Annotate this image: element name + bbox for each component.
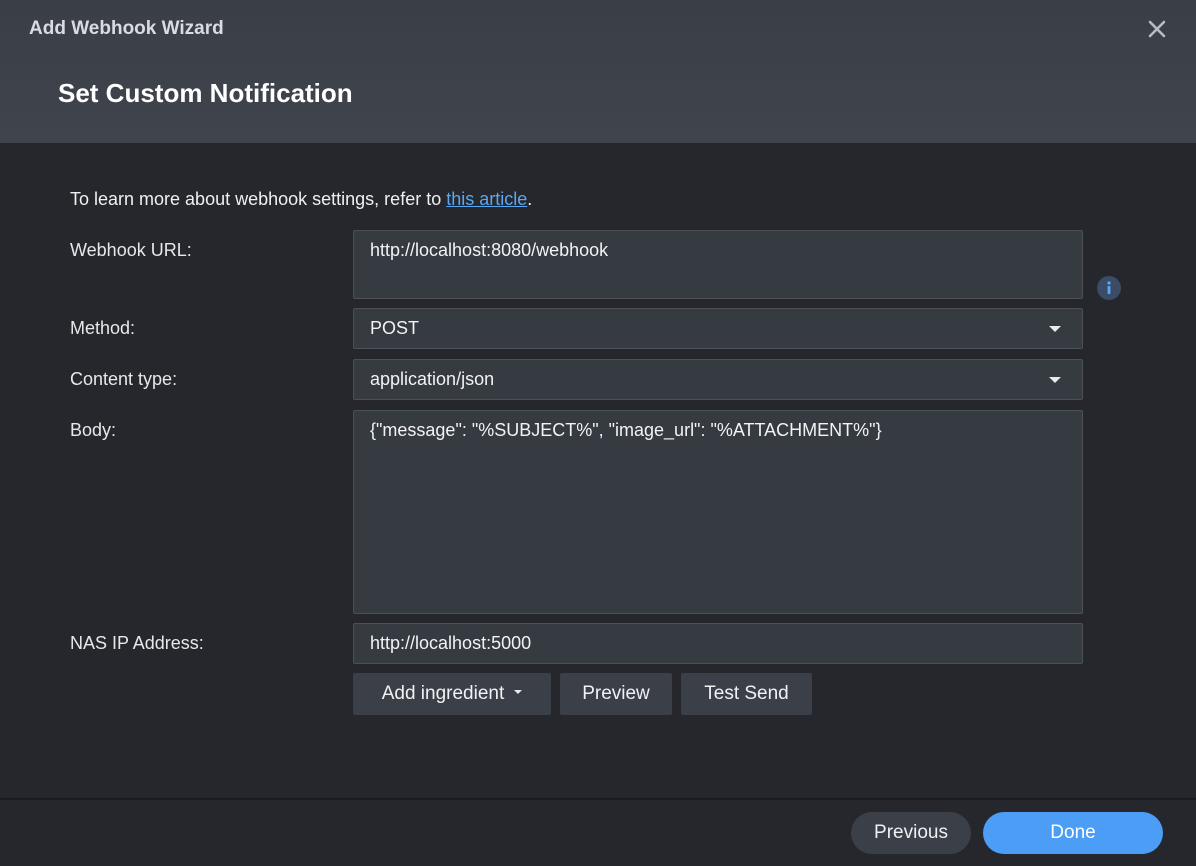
method-label: Method: [70,318,136,338]
body-textarea[interactable]: {"message": "%SUBJECT%", "image_url": "%… [353,410,1083,614]
chevron-down-icon [514,689,523,694]
window-title: Add Webhook Wizard [29,18,224,39]
chevron-down-icon [1049,377,1061,383]
method-value: POST [370,318,420,338]
add-ingredient-button[interactable]: Add ingredient [353,673,551,715]
close-icon [1148,20,1166,38]
body-label: Body: [70,420,117,440]
info-icon[interactable] [1097,276,1121,300]
test-send-button[interactable]: Test Send [681,673,812,715]
this-article-link[interactable]: this article [446,189,527,209]
content-type-value: application/json [370,369,495,389]
wizard-header: Add Webhook Wizard Set Custom Notificati… [0,0,1196,143]
wizard-content: To learn more about webhook settings, re… [0,143,1196,798]
intro-text: To learn more about webhook settings, re… [70,189,532,210]
method-select[interactable]: POST [353,308,1083,349]
webhook-url-input[interactable]: http://localhost:8080/webhook [353,230,1083,299]
nas-ip-input[interactable]: http://localhost:5000 [353,623,1083,664]
intro-prefix: To learn more about webhook settings, re… [70,189,447,209]
previous-button[interactable]: Previous [851,812,971,854]
webhook-url-label: Webhook URL: [70,240,192,260]
content-type-label: Content type: [70,369,178,389]
close-button[interactable] [1145,17,1169,41]
preview-button[interactable]: Preview [560,673,672,715]
nas-ip-label: NAS IP Address: [70,633,204,653]
add-ingredient-label: Add ingredient [381,683,505,704]
content-type-select[interactable]: application/json [353,359,1083,400]
done-button[interactable]: Done [983,812,1163,854]
intro-suffix: . [527,189,533,209]
wizard-footer: Previous Done [0,798,1196,866]
chevron-down-icon [1049,326,1061,332]
webhook-wizard-window: Add Webhook Wizard Set Custom Notificati… [0,0,1196,866]
step-title: Set Custom Notification [58,78,353,108]
